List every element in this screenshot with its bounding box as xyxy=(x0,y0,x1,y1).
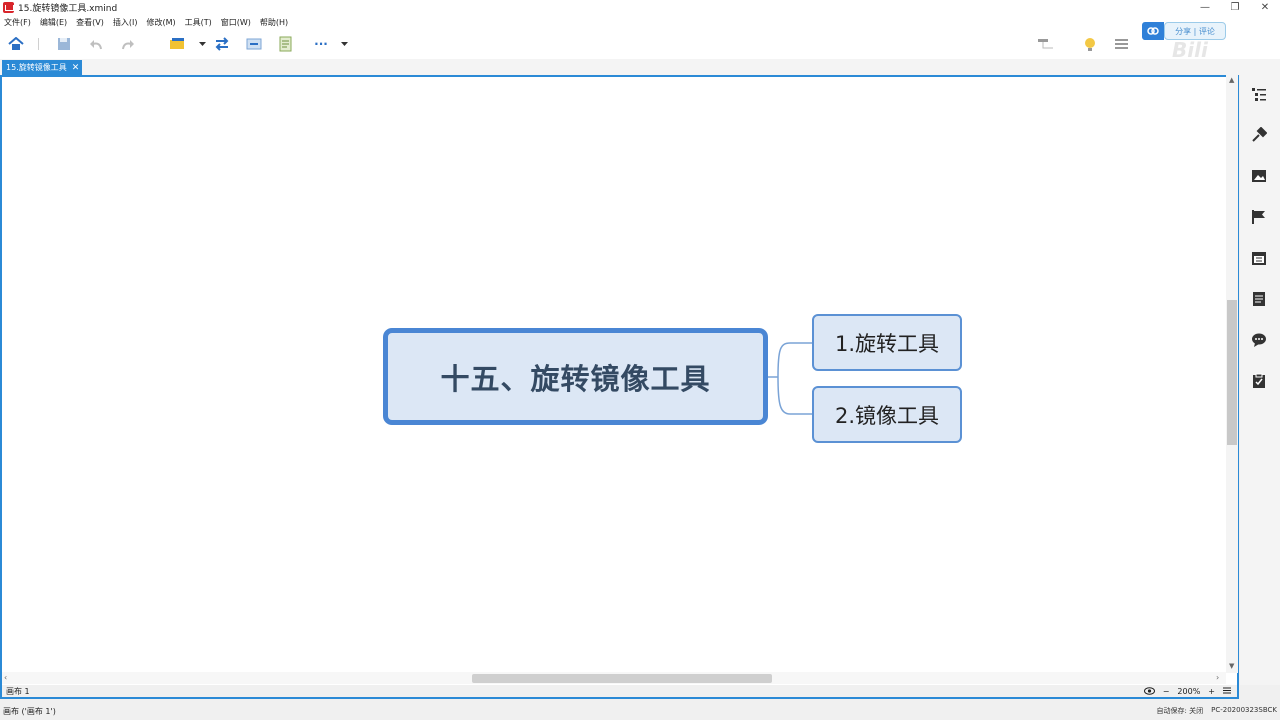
menu-view[interactable]: 查看(V) xyxy=(76,17,104,28)
idea-icon[interactable] xyxy=(1080,35,1100,53)
close-window-button[interactable]: ✕ xyxy=(1250,0,1280,15)
tab-label: 15.旋转镜像工具 xyxy=(6,63,67,72)
more-dropdown-icon[interactable] xyxy=(334,35,354,53)
comment-icon[interactable] xyxy=(1251,332,1267,348)
save-icon[interactable] xyxy=(54,35,74,53)
toolbar-divider xyxy=(38,38,39,50)
window-title: 15.旋转镜像工具.xmind xyxy=(18,4,118,14)
format-icon[interactable] xyxy=(1251,126,1268,143)
vertical-scroll-thumb[interactable] xyxy=(1227,300,1237,445)
structure-icon[interactable] xyxy=(1036,35,1056,53)
notes-icon[interactable] xyxy=(276,35,296,53)
menu-icon[interactable] xyxy=(1223,687,1231,696)
topic-rotate-tool[interactable]: 1.旋转工具 xyxy=(812,314,962,371)
app-status-bar: 画布 ('画布 1') 自动保存: 关闭 PC-20200323SBCK xyxy=(0,702,1280,720)
share-button[interactable]: 分享 | 评论 xyxy=(1164,22,1226,40)
scroll-down-icon[interactable]: ▼ xyxy=(1229,662,1234,670)
zoom-controls: − 200% + xyxy=(1143,685,1231,698)
relationship-icon[interactable] xyxy=(212,35,232,53)
central-topic[interactable]: 十五、旋转镜像工具 xyxy=(383,328,768,425)
canvas-status-bar: 画布 1 − 200% + xyxy=(0,685,1239,699)
marker-icon[interactable] xyxy=(1251,209,1267,225)
restore-button[interactable]: ❐ xyxy=(1220,0,1250,15)
zoom-out-button[interactable]: − xyxy=(1163,687,1170,696)
topic-mirror-tool[interactable]: 2.镜像工具 xyxy=(812,386,962,443)
menu-window[interactable]: 窗口(W) xyxy=(221,17,251,28)
eye-icon[interactable] xyxy=(1143,686,1155,697)
menu-modify[interactable]: 修改(M) xyxy=(146,17,175,28)
menu-insert[interactable]: 插入(I) xyxy=(113,17,138,28)
outline-view-icon[interactable] xyxy=(1112,35,1132,53)
title-bar: 15.旋转镜像工具.xmind — ❐ ✕ xyxy=(0,0,1280,15)
close-icon[interactable]: ✕ xyxy=(72,63,80,73)
menu-help[interactable]: 帮助(H) xyxy=(260,17,288,28)
menu-file[interactable]: 文件(F) xyxy=(4,17,31,28)
cloud-sync-icon[interactable] xyxy=(1142,22,1164,40)
outline-icon[interactable] xyxy=(1251,86,1267,102)
menu-tools[interactable]: 工具(T) xyxy=(185,17,212,28)
device-name: PC-20200323SBCK xyxy=(1211,706,1277,714)
horizontal-scroll-thumb[interactable] xyxy=(472,674,772,683)
scroll-up-icon[interactable]: ▲ xyxy=(1229,76,1234,84)
branch-connectors xyxy=(768,342,812,415)
document-tab-strip: 15.旋转镜像工具 ✕ xyxy=(0,59,1280,75)
autosave-status[interactable]: 自动保存: 关闭 xyxy=(1157,706,1204,716)
menu-bar: 文件(F) 编辑(E) 查看(V) 插入(I) 修改(M) 工具(T) 窗口(W… xyxy=(0,15,1280,29)
zoom-in-button[interactable]: + xyxy=(1208,687,1215,696)
calendar-icon[interactable] xyxy=(1251,250,1267,266)
notes-icon[interactable] xyxy=(1251,291,1267,307)
chevron-down-icon[interactable] xyxy=(192,35,212,53)
redo-icon[interactable] xyxy=(118,35,138,53)
toolbar: ··· xyxy=(0,29,1280,59)
topic-style-icon[interactable] xyxy=(168,35,188,53)
more-icon[interactable]: ··· xyxy=(310,35,332,53)
xmind-logo-icon xyxy=(3,2,14,13)
image-icon[interactable] xyxy=(1251,168,1267,184)
status-sheet-info: 画布 ('画布 1') xyxy=(3,706,56,716)
menu-edit[interactable]: 编辑(E) xyxy=(40,17,67,28)
summary-icon[interactable] xyxy=(244,35,264,53)
undo-icon[interactable] xyxy=(86,35,106,53)
scroll-right-icon[interactable]: › xyxy=(1216,673,1219,682)
scroll-left-icon[interactable]: ‹ xyxy=(4,673,7,682)
zoom-level[interactable]: 200% xyxy=(1177,687,1200,696)
minimize-button[interactable]: — xyxy=(1190,0,1220,15)
sheet-tab[interactable]: 画布 1 xyxy=(6,686,30,697)
window-controls: — ❐ ✕ xyxy=(1190,0,1280,15)
tab-document[interactable]: 15.旋转镜像工具 ✕ xyxy=(2,60,82,75)
home-icon[interactable] xyxy=(6,35,26,53)
task-icon[interactable] xyxy=(1251,373,1267,389)
